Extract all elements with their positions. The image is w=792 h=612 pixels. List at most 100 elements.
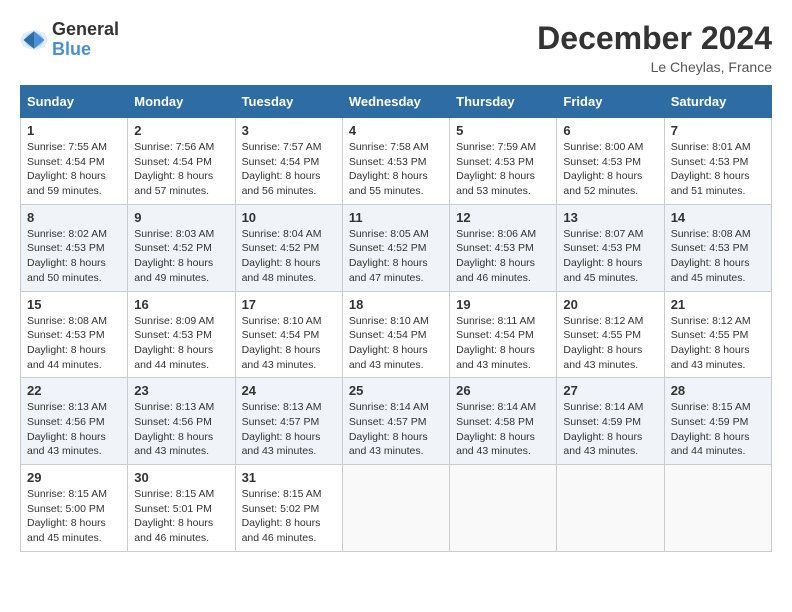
day-info: Sunrise: 8:14 AM Sunset: 4:59 PM Dayligh… — [563, 400, 657, 459]
day-cell: 12 Sunrise: 8:06 AM Sunset: 4:53 PM Dayl… — [450, 204, 557, 291]
logo: General Blue — [20, 20, 119, 60]
day-cell: 23 Sunrise: 8:13 AM Sunset: 4:56 PM Dayl… — [128, 378, 235, 465]
header-monday: Monday — [128, 86, 235, 118]
day-cell: 4 Sunrise: 7:58 AM Sunset: 4:53 PM Dayli… — [342, 118, 449, 205]
day-info: Sunrise: 8:03 AM Sunset: 4:52 PM Dayligh… — [134, 227, 228, 286]
logo-text: General Blue — [52, 20, 119, 60]
day-info: Sunrise: 8:15 AM Sunset: 4:59 PM Dayligh… — [671, 400, 765, 459]
day-info: Sunrise: 8:05 AM Sunset: 4:52 PM Dayligh… — [349, 227, 443, 286]
day-number: 9 — [134, 210, 228, 225]
day-info: Sunrise: 8:08 AM Sunset: 4:53 PM Dayligh… — [671, 227, 765, 286]
day-number: 18 — [349, 297, 443, 312]
day-cell: 18 Sunrise: 8:10 AM Sunset: 4:54 PM Dayl… — [342, 291, 449, 378]
header-thursday: Thursday — [450, 86, 557, 118]
day-cell: 1 Sunrise: 7:55 AM Sunset: 4:54 PM Dayli… — [21, 118, 128, 205]
week-row-4: 22 Sunrise: 8:13 AM Sunset: 4:56 PM Dayl… — [21, 378, 772, 465]
day-number: 6 — [563, 123, 657, 138]
day-cell: 13 Sunrise: 8:07 AM Sunset: 4:53 PM Dayl… — [557, 204, 664, 291]
day-number: 10 — [242, 210, 336, 225]
header-friday: Friday — [557, 86, 664, 118]
day-info: Sunrise: 7:58 AM Sunset: 4:53 PM Dayligh… — [349, 140, 443, 199]
day-info: Sunrise: 8:11 AM Sunset: 4:54 PM Dayligh… — [456, 314, 550, 373]
day-info: Sunrise: 8:09 AM Sunset: 4:53 PM Dayligh… — [134, 314, 228, 373]
day-info: Sunrise: 8:08 AM Sunset: 4:53 PM Dayligh… — [27, 314, 121, 373]
header-wednesday: Wednesday — [342, 86, 449, 118]
day-info: Sunrise: 7:55 AM Sunset: 4:54 PM Dayligh… — [27, 140, 121, 199]
day-cell: 7 Sunrise: 8:01 AM Sunset: 4:53 PM Dayli… — [664, 118, 771, 205]
day-info: Sunrise: 8:15 AM Sunset: 5:02 PM Dayligh… — [242, 487, 336, 546]
day-number: 12 — [456, 210, 550, 225]
day-cell: 20 Sunrise: 8:12 AM Sunset: 4:55 PM Dayl… — [557, 291, 664, 378]
day-info: Sunrise: 8:13 AM Sunset: 4:56 PM Dayligh… — [134, 400, 228, 459]
day-number: 2 — [134, 123, 228, 138]
day-number: 23 — [134, 383, 228, 398]
day-info: Sunrise: 8:06 AM Sunset: 4:53 PM Dayligh… — [456, 227, 550, 286]
day-number: 29 — [27, 470, 121, 485]
day-cell: 26 Sunrise: 8:14 AM Sunset: 4:58 PM Dayl… — [450, 378, 557, 465]
title-block: December 2024 Le Cheylas, France — [537, 20, 772, 75]
day-info: Sunrise: 8:01 AM Sunset: 4:53 PM Dayligh… — [671, 140, 765, 199]
day-number: 17 — [242, 297, 336, 312]
day-number: 25 — [349, 383, 443, 398]
day-number: 21 — [671, 297, 765, 312]
day-info: Sunrise: 8:12 AM Sunset: 4:55 PM Dayligh… — [671, 314, 765, 373]
header-sunday: Sunday — [21, 86, 128, 118]
day-number: 20 — [563, 297, 657, 312]
month-title: December 2024 — [537, 20, 772, 57]
logo-general: General — [52, 20, 119, 40]
day-cell — [450, 465, 557, 552]
day-number: 1 — [27, 123, 121, 138]
day-number: 5 — [456, 123, 550, 138]
day-info: Sunrise: 8:14 AM Sunset: 4:58 PM Dayligh… — [456, 400, 550, 459]
day-info: Sunrise: 8:07 AM Sunset: 4:53 PM Dayligh… — [563, 227, 657, 286]
day-cell: 2 Sunrise: 7:56 AM Sunset: 4:54 PM Dayli… — [128, 118, 235, 205]
week-row-2: 8 Sunrise: 8:02 AM Sunset: 4:53 PM Dayli… — [21, 204, 772, 291]
day-cell: 5 Sunrise: 7:59 AM Sunset: 4:53 PM Dayli… — [450, 118, 557, 205]
day-number: 7 — [671, 123, 765, 138]
day-cell: 14 Sunrise: 8:08 AM Sunset: 4:53 PM Dayl… — [664, 204, 771, 291]
day-info: Sunrise: 8:10 AM Sunset: 4:54 PM Dayligh… — [242, 314, 336, 373]
day-number: 16 — [134, 297, 228, 312]
day-cell: 21 Sunrise: 8:12 AM Sunset: 4:55 PM Dayl… — [664, 291, 771, 378]
day-cell: 27 Sunrise: 8:14 AM Sunset: 4:59 PM Dayl… — [557, 378, 664, 465]
day-number: 15 — [27, 297, 121, 312]
day-number: 14 — [671, 210, 765, 225]
day-info: Sunrise: 8:14 AM Sunset: 4:57 PM Dayligh… — [349, 400, 443, 459]
day-cell — [664, 465, 771, 552]
week-row-1: 1 Sunrise: 7:55 AM Sunset: 4:54 PM Dayli… — [21, 118, 772, 205]
day-info: Sunrise: 7:59 AM Sunset: 4:53 PM Dayligh… — [456, 140, 550, 199]
day-number: 11 — [349, 210, 443, 225]
day-info: Sunrise: 8:13 AM Sunset: 4:57 PM Dayligh… — [242, 400, 336, 459]
day-info: Sunrise: 8:02 AM Sunset: 4:53 PM Dayligh… — [27, 227, 121, 286]
day-cell: 16 Sunrise: 8:09 AM Sunset: 4:53 PM Dayl… — [128, 291, 235, 378]
day-info: Sunrise: 8:12 AM Sunset: 4:55 PM Dayligh… — [563, 314, 657, 373]
day-info: Sunrise: 8:10 AM Sunset: 4:54 PM Dayligh… — [349, 314, 443, 373]
day-number: 13 — [563, 210, 657, 225]
day-number: 24 — [242, 383, 336, 398]
day-info: Sunrise: 8:00 AM Sunset: 4:53 PM Dayligh… — [563, 140, 657, 199]
day-cell: 9 Sunrise: 8:03 AM Sunset: 4:52 PM Dayli… — [128, 204, 235, 291]
day-cell: 3 Sunrise: 7:57 AM Sunset: 4:54 PM Dayli… — [235, 118, 342, 205]
day-cell: 6 Sunrise: 8:00 AM Sunset: 4:53 PM Dayli… — [557, 118, 664, 205]
day-cell — [342, 465, 449, 552]
day-number: 27 — [563, 383, 657, 398]
day-number: 30 — [134, 470, 228, 485]
header-tuesday: Tuesday — [235, 86, 342, 118]
day-cell: 24 Sunrise: 8:13 AM Sunset: 4:57 PM Dayl… — [235, 378, 342, 465]
calendar-table: SundayMondayTuesdayWednesdayThursdayFrid… — [20, 85, 772, 552]
day-cell: 11 Sunrise: 8:05 AM Sunset: 4:52 PM Dayl… — [342, 204, 449, 291]
day-number: 3 — [242, 123, 336, 138]
day-info: Sunrise: 7:57 AM Sunset: 4:54 PM Dayligh… — [242, 140, 336, 199]
day-cell: 10 Sunrise: 8:04 AM Sunset: 4:52 PM Dayl… — [235, 204, 342, 291]
day-number: 26 — [456, 383, 550, 398]
logo-icon — [20, 26, 48, 54]
week-row-3: 15 Sunrise: 8:08 AM Sunset: 4:53 PM Dayl… — [21, 291, 772, 378]
day-number: 22 — [27, 383, 121, 398]
day-cell: 8 Sunrise: 8:02 AM Sunset: 4:53 PM Dayli… — [21, 204, 128, 291]
location: Le Cheylas, France — [537, 59, 772, 75]
day-number: 31 — [242, 470, 336, 485]
day-cell: 17 Sunrise: 8:10 AM Sunset: 4:54 PM Dayl… — [235, 291, 342, 378]
page-header: General Blue December 2024 Le Cheylas, F… — [20, 20, 772, 75]
header-saturday: Saturday — [664, 86, 771, 118]
day-number: 4 — [349, 123, 443, 138]
